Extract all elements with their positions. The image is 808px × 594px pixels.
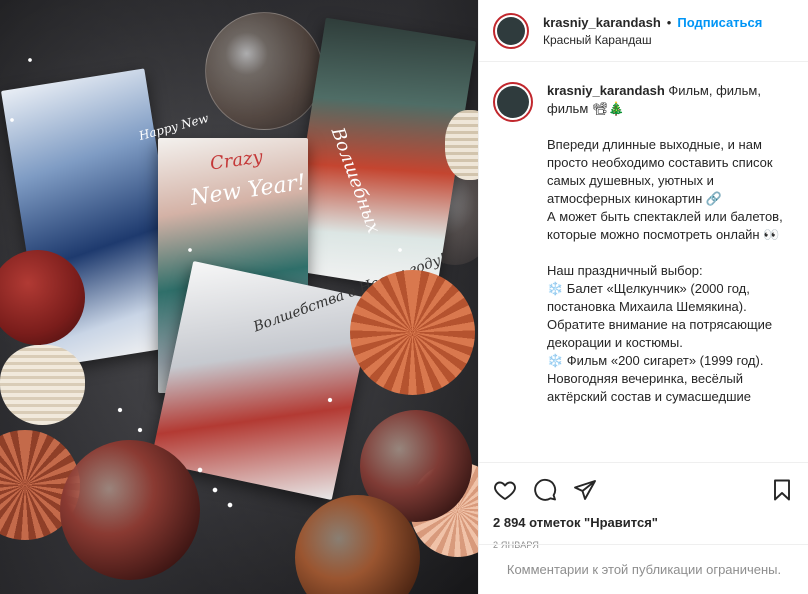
location-link[interactable]: Красный Карандаш	[543, 33, 762, 47]
heart-icon	[494, 481, 516, 500]
follow-button[interactable]: Подписаться	[677, 15, 762, 30]
caption-paragraph: А может быть спектаклей или балетов, кот…	[547, 209, 783, 242]
caption-avatar[interactable]	[493, 82, 533, 122]
header-text: krasniy_karandash • Подписаться Красный …	[543, 15, 762, 47]
likes-count[interactable]: 2 894 отметок "Нравится"	[493, 515, 794, 530]
caption-row: krasniy_karandash Фильм, фильм, фильм 📽🎄…	[493, 82, 792, 406]
caption-text: krasniy_karandash Фильм, фильм, фильм 📽🎄…	[547, 82, 792, 406]
caption-username[interactable]: krasniy_karandash	[547, 83, 665, 98]
separator-dot: •	[666, 14, 672, 30]
honeycomb-ornament	[445, 110, 478, 180]
instagram-post: Happy New Crazy New Year! Волшебных Волш…	[0, 0, 808, 594]
comments-limited-notice: Комментарии к этой публикации ограничены…	[479, 544, 808, 594]
comment-button[interactable]	[533, 471, 573, 509]
caption-list-item: ❄️ Фильм «200 сигарет» (1999 год). Новог…	[547, 353, 764, 404]
glass-ornament	[205, 12, 323, 130]
avatar-logo	[497, 86, 529, 118]
avatar[interactable]	[493, 12, 529, 49]
caption-paragraph: Впереди длинные выходные, и нам просто н…	[547, 137, 773, 206]
caption-title: krasniy_karandash Фильм, фильм, фильм 📽🎄	[547, 82, 792, 118]
caption-paragraph: Наш праздничный выбор:	[547, 263, 703, 278]
username-link[interactable]: krasniy_karandash	[543, 15, 661, 30]
paper-fan-ornament	[350, 270, 475, 395]
avatar-logo	[497, 16, 525, 45]
like-button[interactable]	[493, 471, 533, 509]
comment-icon	[534, 478, 557, 501]
save-button[interactable]	[770, 471, 794, 509]
share-button[interactable]	[573, 471, 613, 509]
caption-list-item: ❄️ Балет «Щелкунчик» (2000 год, постанов…	[547, 281, 773, 350]
caption-area[interactable]: krasniy_karandash Фильм, фильм, фильм 📽🎄…	[479, 62, 808, 462]
post-header: krasniy_karandash • Подписаться Красный …	[479, 0, 808, 62]
honeycomb-ornament	[0, 345, 85, 425]
action-icons	[493, 471, 794, 509]
bookmark-icon	[774, 479, 790, 501]
post-photo[interactable]: Happy New Crazy New Year! Волшебных Волш…	[0, 0, 478, 594]
post-side-panel: krasniy_karandash • Подписаться Красный …	[478, 0, 808, 594]
glass-ornament	[60, 440, 200, 580]
header-row: krasniy_karandash • Подписаться	[543, 15, 762, 30]
share-icon	[574, 480, 596, 500]
